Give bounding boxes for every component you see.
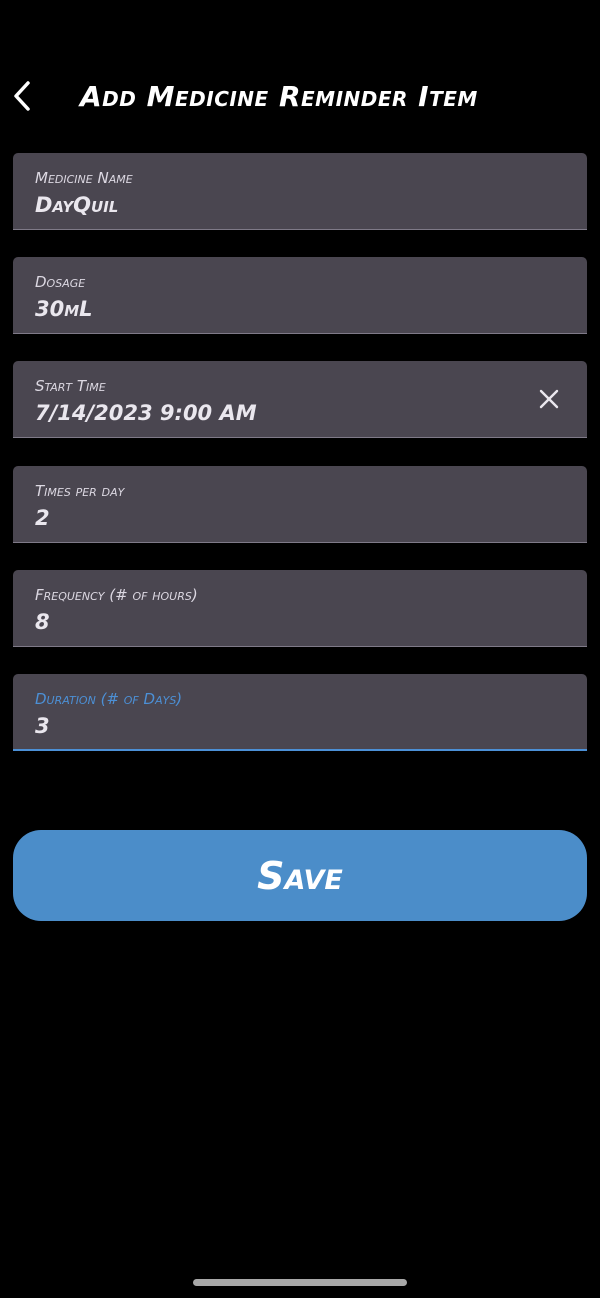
medicine-name-label: Medicine Name <box>35 169 133 187</box>
duration-field[interactable]: Duration (# of Days) 3 <box>13 674 587 751</box>
start-time-field[interactable]: Start Time 7/14/2023 9:00 AM <box>13 361 587 438</box>
home-indicator[interactable] <box>193 1279 407 1286</box>
times-per-day-value[interactable]: 2 <box>35 506 50 530</box>
dosage-value[interactable]: 30mL <box>35 297 93 321</box>
times-per-day-field[interactable]: Times per day 2 <box>13 466 587 543</box>
duration-label: Duration (# of Days) <box>35 690 183 708</box>
save-button-label: Save <box>257 853 343 898</box>
close-icon <box>539 389 559 409</box>
frequency-value[interactable]: 8 <box>35 610 50 634</box>
dosage-field[interactable]: Dosage 30mL <box>13 257 587 334</box>
medicine-name-value[interactable]: DayQuil <box>35 193 118 217</box>
back-button[interactable] <box>4 74 40 118</box>
frequency-label: Frequency (# of hours) <box>35 586 198 604</box>
start-time-value[interactable]: 7/14/2023 9:00 AM <box>35 401 257 425</box>
clear-start-time-button[interactable] <box>537 387 561 411</box>
chevron-left-icon <box>14 81 30 111</box>
start-time-label: Start Time <box>35 377 106 395</box>
frequency-field[interactable]: Frequency (# of hours) 8 <box>13 570 587 647</box>
app-header: Add Medicine Reminder Item <box>0 60 600 136</box>
page-title: Add Medicine Reminder Item <box>80 80 478 113</box>
dosage-label: Dosage <box>35 273 86 291</box>
save-button[interactable]: Save <box>13 830 587 921</box>
medicine-name-field[interactable]: Medicine Name DayQuil <box>13 153 587 230</box>
duration-value[interactable]: 3 <box>35 714 50 738</box>
times-per-day-label: Times per day <box>35 482 125 500</box>
